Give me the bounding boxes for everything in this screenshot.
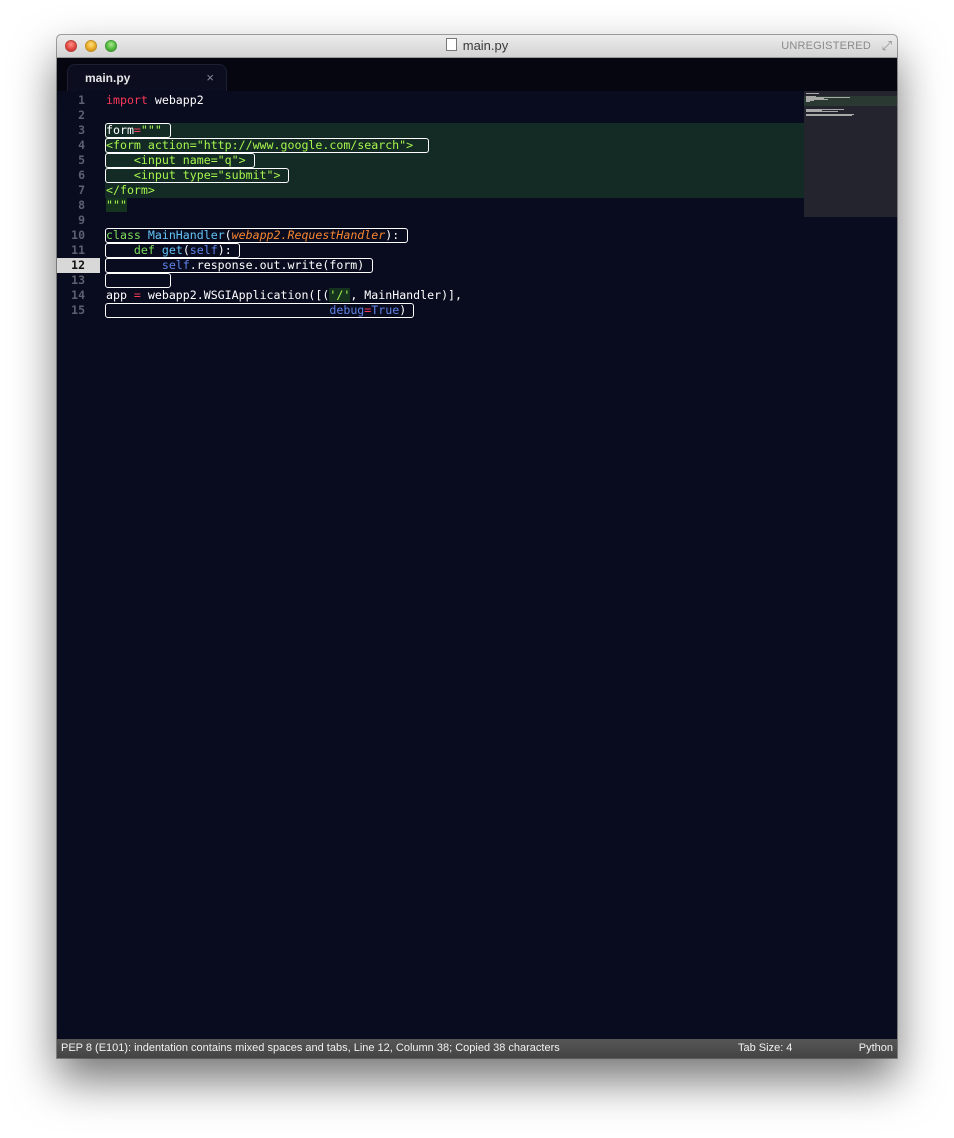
code-line: 15 debug=True) <box>57 303 804 318</box>
minimap-line <box>806 111 838 112</box>
identifier: webapp2 <box>147 93 204 107</box>
minimap-line <box>806 115 852 116</box>
line-number: 5 <box>78 153 85 167</box>
string: """ <box>106 198 127 212</box>
syntax-selector[interactable]: Python <box>859 1042 893 1054</box>
code-line: 2 <box>57 108 804 123</box>
code-line: 9 <box>57 213 804 228</box>
line-number: 11 <box>71 243 85 257</box>
minimap-line <box>806 101 810 102</box>
tab-bar: main.py × <box>57 58 897 92</box>
tab-label: main.py <box>85 71 131 85</box>
line-number: 12 <box>71 258 85 272</box>
fullscreen-icon[interactable]: ⤢ <box>882 39 892 52</box>
code-line: 1 import webapp2 <box>57 93 804 108</box>
line-number: 7 <box>78 183 85 197</box>
code-text: """ <box>106 198 127 213</box>
lint-mark <box>105 228 408 243</box>
code-line: 13 <box>57 273 804 288</box>
minimap[interactable] <box>804 91 897 217</box>
line-number: 3 <box>78 123 85 137</box>
expression: , MainHandler)], <box>350 288 463 302</box>
code-line: 3 form=""" <box>57 123 804 138</box>
line-number: 14 <box>71 288 85 302</box>
tab-size-selector[interactable]: Tab Size: 4 <box>738 1042 792 1054</box>
lint-mark <box>105 258 373 273</box>
expression: webapp2.WSGIApplication([( <box>140 288 330 302</box>
lint-mark <box>105 123 171 138</box>
window-title-area: main.py <box>57 38 897 53</box>
code-editor[interactable]: 1 import webapp2 2 3 form=""" 4 <form ac… <box>57 91 897 1039</box>
line-number: 8 <box>78 198 85 212</box>
editor-window: main.py UNREGISTERED ⤢ main.py × 1 impor… <box>57 35 897 1058</box>
tab-main-py[interactable]: main.py × <box>67 64 227 92</box>
identifier: app <box>106 288 134 302</box>
tab-close-icon[interactable]: × <box>206 70 214 85</box>
line-number: 4 <box>78 138 85 152</box>
string: '/' <box>329 288 351 302</box>
window-title: main.py <box>462 38 509 53</box>
status-message: PEP 8 (E101): indentation contains mixed… <box>61 1042 560 1054</box>
code-line: 4 <form action="http://www.google.com/se… <box>57 138 804 153</box>
code-line: 14 app = webapp2.WSGIApplication([('/', … <box>57 288 804 303</box>
line-number: 15 <box>71 303 85 317</box>
lint-mark <box>105 303 414 318</box>
lint-mark <box>105 168 289 183</box>
title-bar: main.py UNREGISTERED ⤢ <box>57 35 897 58</box>
code-line-current: 12 self.response.out.write(form) <box>57 258 804 273</box>
lint-mark <box>105 153 255 168</box>
lint-mark <box>105 138 429 153</box>
line-number: 6 <box>78 168 85 182</box>
code-line: 5 <input name="q"> <box>57 153 804 168</box>
code-text: app = webapp2.WSGIApplication([('/', Mai… <box>106 288 462 303</box>
minimap-line <box>806 93 819 94</box>
code-text: import webapp2 <box>106 93 204 108</box>
unregistered-label: UNREGISTERED <box>781 40 871 52</box>
code-line: 6 <input type="submit"> <box>57 168 804 183</box>
lint-mark <box>105 273 171 288</box>
operator: = <box>133 288 141 302</box>
line-number: 2 <box>78 108 85 122</box>
code-line: 7 </form> <box>57 183 804 198</box>
status-bar: PEP 8 (E101): indentation contains mixed… <box>57 1039 897 1058</box>
line-number: 10 <box>71 228 85 242</box>
lint-mark <box>105 243 240 258</box>
line-number: 1 <box>78 93 85 107</box>
line-number: 9 <box>78 213 85 227</box>
code-line: 11 def get(self): <box>57 243 804 258</box>
code-text: </form> <box>106 183 155 197</box>
code-line: 8 """ <box>57 198 804 213</box>
line-number: 13 <box>71 273 85 287</box>
code-line: 10 class MainHandler(webapp2.RequestHand… <box>57 228 804 243</box>
document-icon <box>445 38 457 51</box>
keyword: import <box>106 93 148 107</box>
